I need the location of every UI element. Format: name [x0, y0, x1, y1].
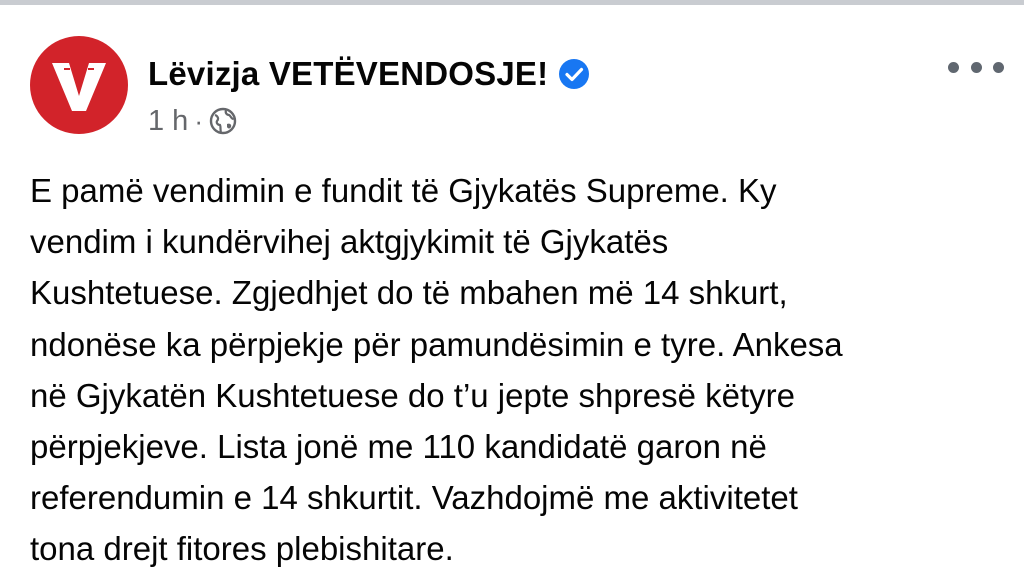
post-message: E pamë vendimin e fundit të Gjykatës Sup… [30, 165, 990, 575]
verified-badge-icon [558, 58, 590, 90]
post-message-line: ndonëse ka përpjekje për pamundësimin e … [30, 325, 843, 363]
post-message-line: në Gjykatën Kushtetuese do t’u jepte shp… [30, 376, 795, 414]
avatar-v-logo [52, 63, 106, 111]
more-dot [970, 61, 982, 73]
post-message-line: E pamë vendimin e fundit të Gjykatës Sup… [30, 172, 777, 209]
post-message-line: referendumin e 14 shkurtit. Vazhdojmë me… [30, 479, 798, 517]
post-message-line: tona drejt fitores plebishitare. [30, 530, 454, 568]
post-timestamp[interactable]: 1 h [148, 105, 188, 138]
post-message-line: Kushtetuese. Zgjedhjet do të mbahen më 1… [30, 274, 788, 312]
post-message-line: vendim i kundërvihej aktgjykimit të Gjyk… [30, 223, 669, 261]
globe-icon[interactable] [209, 107, 237, 135]
more-options-icon[interactable] [948, 55, 1004, 79]
page-name[interactable]: Lëvizja VETËVENDOSJE! [148, 55, 548, 93]
post-header: Lëvizja VETËVENDOSJE! [148, 52, 590, 96]
more-dot [993, 61, 1004, 73]
post-message-line: përpjekjeve. Lista jonë me 110 kandidatë… [30, 428, 767, 466]
page-avatar[interactable] [30, 36, 128, 134]
meta-separator: · [194, 105, 203, 136]
facebook-post: Lëvizja VETËVENDOSJE! 1 h · E pamë vendi… [0, 5, 1024, 577]
post-meta: 1 h · [148, 103, 237, 139]
more-dot [948, 61, 959, 73]
